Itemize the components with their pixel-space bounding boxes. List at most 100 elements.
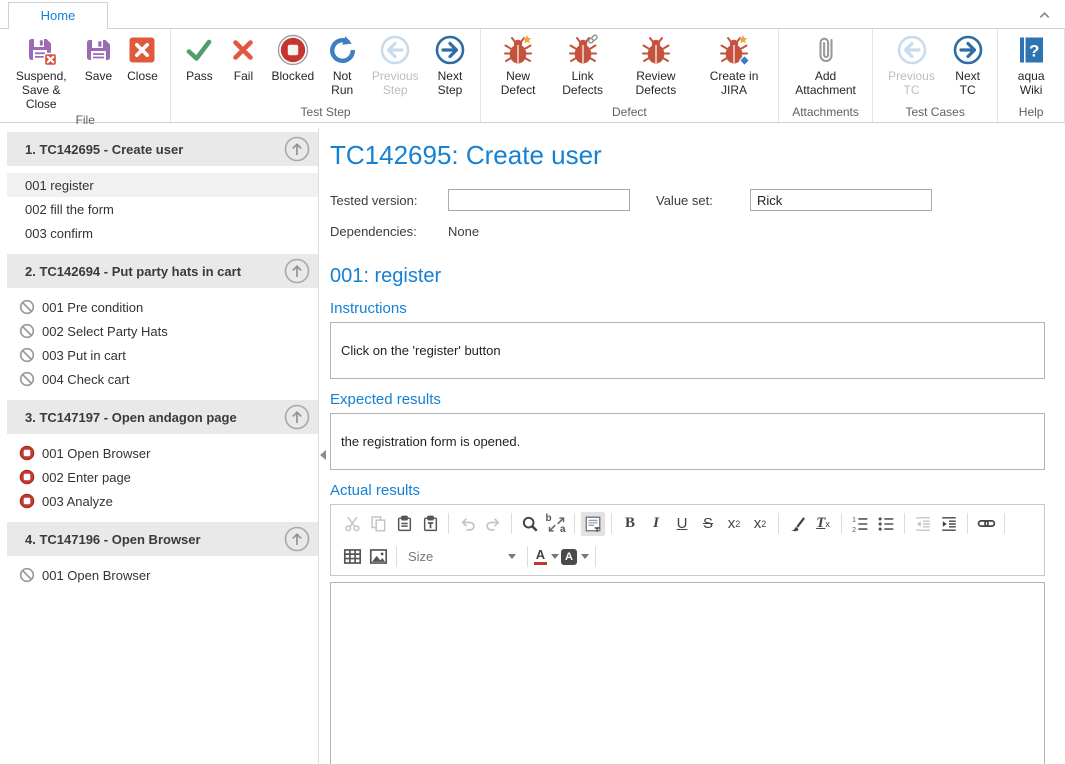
close-button[interactable]: Close [120, 32, 164, 85]
checkmark-icon [183, 34, 215, 66]
actual-results-editor-area[interactable] [330, 582, 1045, 764]
cut-icon[interactable] [340, 512, 364, 536]
testcase-header-4[interactable]: 4. TC147196 - Open Browser [7, 522, 318, 556]
step-item[interactable]: 001 register [7, 173, 318, 197]
aqua-wiki-button[interactable]: ? aqua Wiki [1004, 32, 1058, 99]
increase-indent-icon[interactable] [937, 512, 961, 536]
suspend-save-close-button[interactable]: Suspend, Save & Close [6, 32, 76, 113]
select-all-icon[interactable] [581, 512, 605, 536]
find-icon[interactable] [518, 512, 542, 536]
text-color-icon[interactable]: A [534, 545, 559, 569]
step-item[interactable]: 003 Put in cart [7, 343, 318, 367]
collapse-ribbon-icon[interactable] [1035, 6, 1053, 24]
underline-glyph: U [677, 515, 688, 532]
undo-icon[interactable] [455, 512, 479, 536]
bold-icon[interactable]: B [618, 512, 642, 536]
step-item[interactable]: 002 Enter page [7, 465, 318, 489]
testcase-header-2[interactable]: 2. TC142694 - Put party hats in cart [7, 254, 318, 288]
ribbon-group-defect: New Defect Link Defects Review Defects [481, 29, 779, 122]
paste-icon[interactable] [392, 512, 416, 536]
step-item[interactable]: 002 fill the form [7, 197, 318, 221]
fields-row: Tested version: Value set: [330, 189, 1045, 211]
tab-home[interactable]: Home [8, 2, 108, 28]
remove-format-glyph: T [816, 515, 825, 532]
next-step-button[interactable]: Next Step [426, 32, 473, 99]
blocked-button[interactable]: Blocked [265, 32, 320, 85]
ribbon-group-test-step: Pass Fail Blocked [171, 29, 480, 122]
expected-results-box: the registration form is opened. [330, 413, 1045, 470]
button-label: Close [127, 69, 158, 83]
button-label: Review Defects [622, 69, 690, 97]
blocked-icon [19, 493, 35, 509]
step-item[interactable]: 001 Pre condition [7, 295, 318, 319]
background-color-icon[interactable]: A [561, 545, 589, 569]
review-defects-button[interactable]: Review Defects [616, 32, 696, 99]
previous-step-button[interactable]: Previous Step [364, 32, 426, 99]
bug-link-icon [567, 34, 599, 66]
fail-button[interactable]: Fail [221, 32, 265, 85]
font-size-dropdown[interactable]: Size [402, 545, 522, 569]
app-window: Home Suspend, Save & Close [0, 0, 1065, 764]
step-item[interactable]: 001 Open Browser [7, 563, 318, 587]
strikethrough-icon[interactable]: S [696, 512, 720, 536]
editor-toolbar: b a B I U S x2 x2 Tx 12 [330, 504, 1045, 576]
button-label: Add Attachment [791, 69, 860, 97]
numbered-list-icon[interactable]: 12 [848, 512, 872, 536]
testcase-title: 1. TC142695 - Create user [7, 142, 183, 157]
link-defects-button[interactable]: Link Defects [550, 32, 616, 99]
replace-icon[interactable]: b a [544, 512, 568, 536]
save-button[interactable]: Save [76, 32, 120, 85]
ribbon-group-help: ? aqua Wiki Help [998, 29, 1065, 122]
superscript-icon[interactable]: x2 [748, 512, 772, 536]
book-question-icon: ? [1015, 34, 1047, 66]
button-label: aqua Wiki [1010, 69, 1052, 97]
step-item[interactable]: 002 Select Party Hats [7, 319, 318, 343]
step-item[interactable]: 001 Open Browser [7, 441, 318, 465]
step-item[interactable]: 004 Check cart [7, 367, 318, 391]
step-label: 001 register [25, 178, 94, 193]
format-painter-icon[interactable] [785, 512, 809, 536]
scroll-to-top-icon[interactable] [284, 526, 310, 552]
not-run-button[interactable]: Not Run [320, 32, 364, 99]
step-item[interactable]: 003 confirm [7, 221, 318, 245]
previous-tc-button[interactable]: Previous TC [879, 32, 944, 99]
pass-button[interactable]: Pass [177, 32, 221, 85]
text-color-glyph: A [536, 549, 545, 561]
add-attachment-button[interactable]: Add Attachment [785, 32, 866, 99]
button-label: Fail [234, 69, 253, 83]
italic-icon[interactable]: I [644, 512, 668, 536]
chevron-down-icon [551, 554, 559, 559]
scroll-to-top-icon[interactable] [284, 404, 310, 430]
subscript-icon[interactable]: x2 [722, 512, 746, 536]
ribbon-group-test-cases: Previous TC Next TC Test Cases [873, 29, 998, 122]
not-run-icon [19, 299, 35, 315]
copy-icon[interactable] [366, 512, 390, 536]
circular-arrow-icon [326, 34, 358, 66]
ribbon: Home Suspend, Save & Close [0, 0, 1065, 123]
redo-icon[interactable] [481, 512, 505, 536]
paste-plain-text-icon[interactable] [418, 512, 442, 536]
scroll-to-top-icon[interactable] [284, 136, 310, 162]
underline-icon[interactable]: U [670, 512, 694, 536]
tested-version-input[interactable] [448, 189, 630, 211]
insert-image-icon[interactable] [366, 545, 390, 569]
step-item[interactable]: 003 Analyze [7, 489, 318, 513]
remove-format-icon[interactable]: Tx [811, 512, 835, 536]
x-mark-icon [227, 34, 259, 66]
scroll-to-top-icon[interactable] [284, 258, 310, 284]
button-label: Blocked [271, 69, 314, 83]
bold-glyph: B [625, 515, 635, 532]
testcase-header-1[interactable]: 1. TC142695 - Create user [7, 132, 318, 166]
next-tc-button[interactable]: Next TC [944, 32, 991, 99]
new-defect-button[interactable]: New Defect [487, 32, 550, 99]
bulleted-list-icon[interactable] [874, 512, 898, 536]
step-label: 001 Pre condition [42, 300, 143, 315]
link-icon[interactable] [974, 512, 998, 536]
testcase-header-3[interactable]: 3. TC147197 - Open andagon page [7, 400, 318, 434]
decrease-indent-icon[interactable] [911, 512, 935, 536]
create-in-jira-button[interactable]: Create in JIRA [696, 32, 772, 99]
sidebar-splitter-handle[interactable] [320, 450, 326, 460]
value-set-input[interactable] [750, 189, 932, 211]
ribbon-group-file: Suspend, Save & Close Save Close [0, 29, 171, 122]
insert-table-icon[interactable] [340, 545, 364, 569]
